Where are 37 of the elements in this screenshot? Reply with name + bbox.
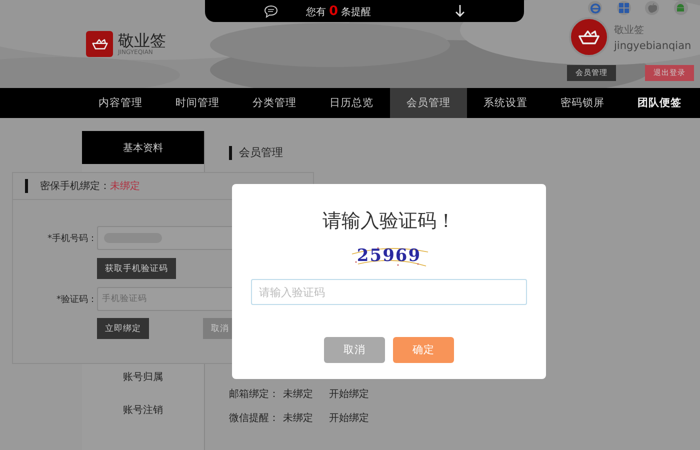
nav-tab[interactable]: 系统设置 [467, 88, 544, 118]
notice-text: 您有 0 条提醒 [306, 4, 372, 18]
nav-tab[interactable]: 日历总览 [313, 88, 390, 118]
nav-tab[interactable]: 内容管理 [82, 88, 159, 118]
title-marker [229, 146, 232, 160]
phone-label: *手机号码： [46, 232, 97, 244]
nav-tab[interactable]: 会员管理 [390, 88, 467, 118]
code-label: *验证码： [56, 294, 97, 306]
nav-tab[interactable]: 时间管理 [159, 88, 236, 118]
boat-icon [90, 38, 108, 50]
nav-tab[interactable]: 分类管理 [236, 88, 313, 118]
nav-tab[interactable]: 密码锁屏 [544, 88, 621, 118]
bind-button[interactable]: 立即绑定 [97, 318, 149, 339]
nav-tab[interactable]: 团队便签 [621, 88, 698, 118]
sidebar-item[interactable]: 基本资料 [82, 131, 204, 164]
get-code-button[interactable]: 获取手机验证码 [97, 258, 176, 279]
binding-label: 邮箱绑定： [229, 388, 279, 401]
bind-link[interactable]: 开始绑定 [329, 387, 369, 401]
dialog-title: 请输入验证码！ [322, 209, 456, 234]
panel-title: 密保手机绑定：未绑定 [40, 180, 140, 193]
down-arrow-icon[interactable] [455, 5, 466, 17]
chat-icon[interactable] [264, 4, 278, 18]
title-marker [25, 179, 28, 193]
apple-icon[interactable] [648, 3, 657, 13]
bind-link[interactable]: 开始绑定 [329, 411, 369, 425]
binding-status: 未绑定 [283, 412, 313, 425]
sidebar-item[interactable]: 账号归属 [82, 360, 204, 393]
captcha-image[interactable]: 25969 [348, 244, 430, 268]
user-name: 敬业签 [614, 24, 645, 37]
boat-icon [577, 28, 601, 46]
user-account: jingyebianqian [614, 40, 692, 52]
brand-name: 敬业签 [118, 32, 166, 48]
sidebar-item[interactable]: 账号注销 [82, 393, 204, 426]
binding-status: 未绑定 [283, 388, 313, 401]
binding-label: 微信提醒： [229, 412, 279, 425]
section-title: 会员管理 [239, 145, 283, 160]
captcha-field[interactable]: 请输入验证码 [251, 279, 527, 305]
